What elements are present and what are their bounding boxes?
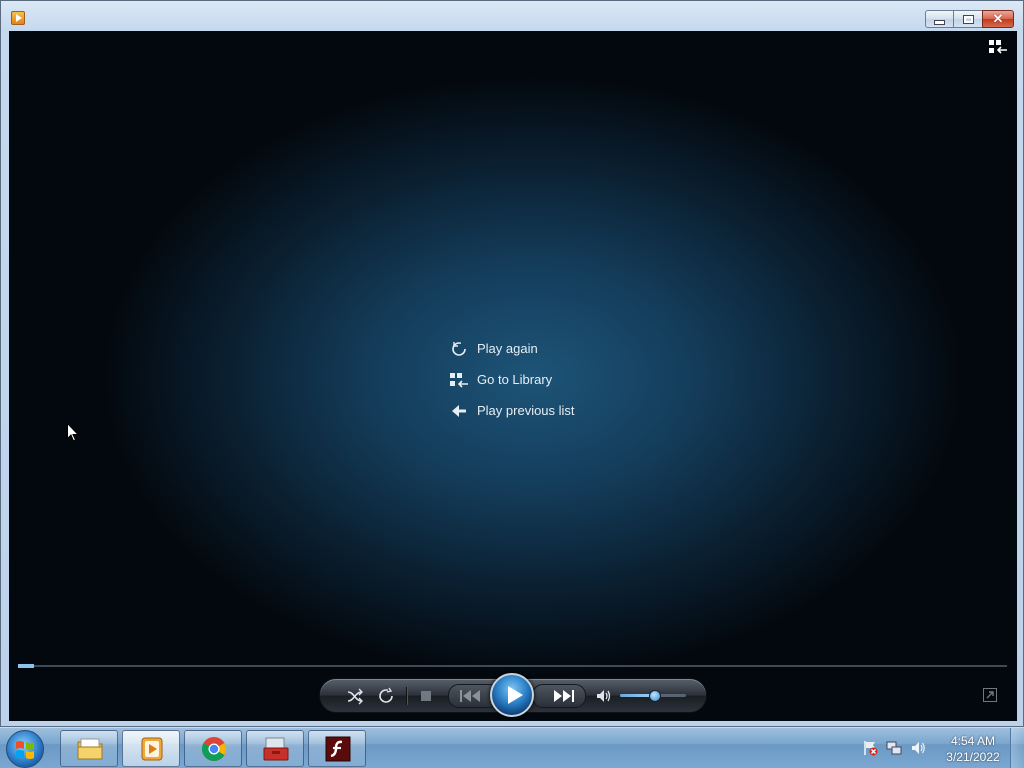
- back-arrow-icon: [452, 404, 466, 417]
- play-previous-list-label: Play previous list: [477, 403, 575, 418]
- taskbar-google-chrome[interactable]: [184, 730, 242, 767]
- replay-icon: [452, 341, 466, 356]
- title-bar[interactable]: ✕: [1, 1, 1023, 31]
- taskbar-windows-media-player[interactable]: [122, 730, 180, 767]
- taskbar-adobe-flash[interactable]: [308, 730, 366, 767]
- media-player-window: ✕ Play again Go to Library Play previous…: [0, 0, 1024, 727]
- start-button[interactable]: [6, 730, 44, 768]
- playback-controls: [319, 673, 707, 717]
- play-button[interactable]: [490, 673, 534, 717]
- volume-thumb[interactable]: [649, 690, 662, 702]
- toolbox-icon: [263, 737, 289, 761]
- go-to-library-label: Go to Library: [477, 372, 553, 387]
- previous-icon: [460, 690, 480, 702]
- taskbar-windows-explorer[interactable]: [60, 730, 118, 767]
- controls-divider: [406, 687, 408, 705]
- action-center-flag-icon[interactable]: [862, 740, 878, 756]
- media-player-icon: [141, 737, 163, 761]
- windows-logo-icon: [16, 741, 34, 759]
- taskbar-clock[interactable]: 4:54 AM 3/21/2022: [940, 733, 1006, 765]
- clock-time: 4:54 AM: [950, 734, 996, 748]
- next-button[interactable]: [532, 684, 586, 708]
- shuffle-icon[interactable]: [345, 686, 365, 706]
- clock-date: 3/21/2022: [946, 750, 1000, 764]
- system-tray: [862, 736, 926, 760]
- minimize-icon: [934, 19, 945, 25]
- play-previous-list-option[interactable]: Play previous list: [449, 395, 575, 426]
- restore-icon: [962, 14, 974, 24]
- show-desktop-button[interactable]: [1010, 728, 1024, 768]
- mute-icon[interactable]: [594, 686, 614, 706]
- taskbar: 4:54 AM 3/21/2022: [0, 727, 1024, 768]
- switch-to-library-icon[interactable]: [989, 40, 1007, 54]
- window-controls: ✕: [925, 10, 1014, 28]
- chrome-icon: [201, 737, 227, 762]
- stop-icon[interactable]: [416, 686, 436, 706]
- end-of-playback-menu: Play again Go to Library Play previous l…: [449, 333, 575, 426]
- fullscreen-icon[interactable]: [983, 688, 997, 702]
- close-button[interactable]: ✕: [982, 10, 1014, 28]
- flash-icon: [325, 736, 351, 762]
- library-icon: [450, 372, 468, 388]
- volume-slider[interactable]: [620, 690, 686, 702]
- play-again-label: Play again: [477, 341, 538, 356]
- seek-progress: [18, 664, 34, 668]
- folder-icon: [77, 738, 103, 760]
- mouse-pointer-icon: [67, 423, 79, 442]
- next-icon: [554, 690, 574, 702]
- taskbar-toolbox-app[interactable]: [246, 730, 304, 767]
- seek-bar[interactable]: [18, 664, 1007, 668]
- network-icon[interactable]: [886, 740, 902, 756]
- now-playing-area[interactable]: Play again Go to Library Play previous l…: [9, 31, 1017, 721]
- close-icon: ✕: [992, 11, 1004, 26]
- media-player-app-icon[interactable]: [11, 11, 25, 25]
- go-to-library-option[interactable]: Go to Library: [449, 364, 575, 395]
- repeat-icon[interactable]: [376, 686, 396, 706]
- play-again-option[interactable]: Play again: [449, 333, 575, 364]
- volume-icon[interactable]: [910, 740, 926, 756]
- minimize-button[interactable]: [925, 10, 954, 28]
- restore-button[interactable]: [953, 10, 983, 28]
